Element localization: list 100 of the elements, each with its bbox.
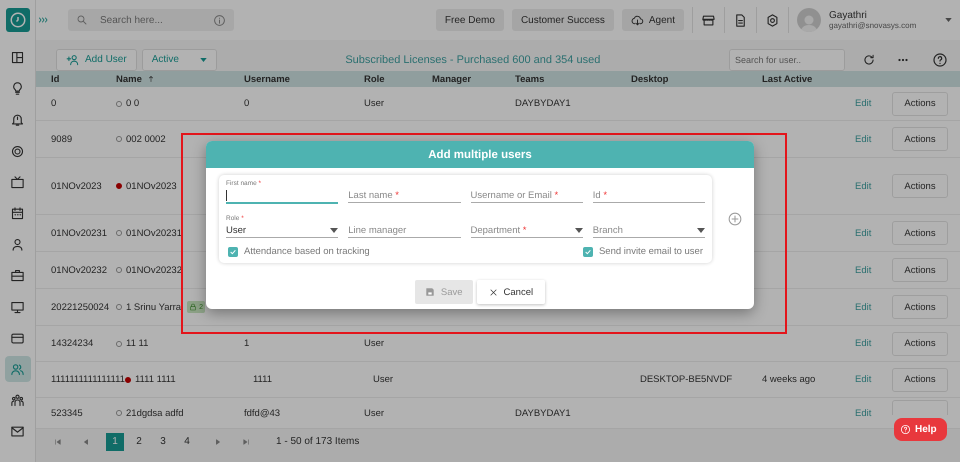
tv-icon (10, 174, 25, 190)
top-button[interactable]: Customer Success (512, 9, 614, 31)
page-button[interactable]: 2 (130, 432, 148, 451)
team-icon (10, 393, 25, 408)
caret-icon (330, 228, 338, 232)
column-header[interactable]: Username (244, 74, 364, 85)
table-cell-text: 0 (51, 98, 58, 110)
input-field[interactable]: Username or Email * (470, 177, 583, 203)
monitor-icon (10, 300, 25, 315)
actions-button[interactable]: Actions (892, 92, 948, 116)
column-header[interactable]: Desktop (631, 74, 762, 85)
dialog-title: Add multiple users (428, 148, 532, 160)
column-header[interactable]: Last Active (762, 74, 855, 85)
calendar-icon (10, 206, 25, 222)
settings-icon[interactable] (765, 12, 780, 28)
page-button[interactable]: 1 (106, 432, 124, 451)
cancel-button[interactable]: Cancel (476, 280, 546, 304)
table-cell-text: User (364, 98, 386, 110)
document-icon[interactable] (733, 12, 748, 28)
table-cell: 01NOv20232 (126, 264, 182, 276)
actions-button[interactable]: Actions (892, 127, 948, 152)
help-button[interactable]: Help (894, 418, 947, 441)
checkbox-label: Send invite email to user (598, 246, 703, 257)
actions-button[interactable]: Actions (892, 295, 948, 320)
close-icon (488, 288, 498, 296)
caret-icon (200, 58, 207, 62)
table-cell-text: DAYBYDAY1 (515, 408, 572, 419)
next-page-icon[interactable] (214, 438, 222, 446)
help-icon (900, 424, 911, 435)
table-cell: 002 0002 (126, 134, 166, 145)
checkbox[interactable] (228, 246, 238, 256)
info-icon (213, 14, 226, 26)
table-cell-text: 1 (244, 338, 250, 350)
caret-icon (574, 228, 583, 232)
table-cell-text: 9089 (51, 134, 74, 145)
select-field[interactable]: Department * (470, 212, 583, 238)
input-field[interactable]: Last name * (348, 177, 460, 203)
actions-button[interactable]: Actions (892, 368, 948, 392)
target-icon (10, 144, 25, 159)
table-cell: 01NOv20231 (126, 228, 182, 239)
actions-button[interactable]: Actions (892, 258, 948, 282)
search-field[interactable]: Search for user.. (729, 48, 845, 71)
lock-icon (189, 303, 198, 312)
table-cell-text: User (364, 408, 386, 419)
table-cell-text: 1111 (252, 374, 273, 386)
search-field[interactable]: Search here... (68, 9, 234, 31)
column-header[interactable]: Manager (432, 74, 515, 85)
person-icon (10, 237, 25, 252)
store-icon[interactable] (701, 12, 716, 28)
input-field[interactable]: Line manager (348, 212, 460, 238)
users-icon (10, 362, 25, 377)
user-email: gayathri@snovasys.com (829, 21, 918, 30)
table-cell-text: 01NOv20232 (51, 264, 108, 276)
agent-button[interactable]: Agent (622, 9, 684, 31)
column-header[interactable]: Name (116, 74, 244, 85)
table-cell-text: User (364, 338, 386, 350)
first-page-icon[interactable] (54, 438, 62, 446)
top-button[interactable]: Free Demo (436, 9, 504, 31)
actions-button[interactable]: Actions (892, 221, 948, 246)
last-page-icon[interactable] (242, 438, 250, 446)
table-cell-text: 0 (244, 98, 250, 110)
user-name: Gayathri (829, 10, 868, 21)
actions-button[interactable]: Actions (892, 174, 948, 198)
card-icon (10, 330, 25, 346)
status-dropdown[interactable]: Active (142, 48, 217, 71)
table-cell-text: User (372, 374, 394, 386)
add-circle-icon[interactable] (728, 212, 742, 226)
person-add-icon (66, 52, 80, 67)
briefcase-icon (10, 268, 25, 284)
table-cell-text: 523345 (51, 408, 84, 419)
table-cell: 1 Srinu Yarra (126, 302, 182, 313)
table-cell-text: 01NOv20231 (51, 228, 108, 239)
page-button[interactable]: 4 (178, 432, 196, 451)
table-cell: 21dgdsa adfd (126, 408, 184, 419)
bell-icon (10, 112, 25, 128)
table-cell: 11 11 (126, 338, 148, 350)
cloud-download-icon (630, 14, 644, 26)
pagination-summary: 1 - 50 of 173 Items (276, 436, 360, 448)
table-cell: 0 0 (126, 98, 140, 110)
column-header[interactable]: Role (364, 74, 432, 85)
table-cell: 1111111111111111 (51, 374, 125, 386)
mail-icon (10, 424, 25, 440)
clock-logo-icon[interactable] (6, 8, 30, 32)
column-header[interactable]: Teams (515, 74, 631, 85)
table-cell-text: DAYBYDAY1 (515, 98, 572, 110)
lightbulb-icon (10, 81, 25, 96)
checkbox[interactable] (582, 246, 593, 256)
page-button[interactable]: 3 (154, 432, 172, 451)
refresh-icon[interactable] (862, 52, 876, 67)
help-icon[interactable] (932, 52, 948, 68)
add-user-button[interactable]: Add User (56, 48, 137, 71)
actions-button[interactable]: Actions (892, 332, 948, 356)
input-field[interactable]: Id * (592, 177, 705, 203)
checkbox-label: Attendance based on tracking (244, 246, 370, 257)
table-cell-text: 01NOv2023 (51, 180, 103, 192)
previous-page-icon[interactable] (82, 438, 90, 446)
column-header[interactable]: Id (51, 74, 116, 85)
select-field[interactable]: Branch (592, 212, 705, 238)
caret-icon[interactable] (945, 18, 952, 22)
save-icon (424, 287, 435, 297)
